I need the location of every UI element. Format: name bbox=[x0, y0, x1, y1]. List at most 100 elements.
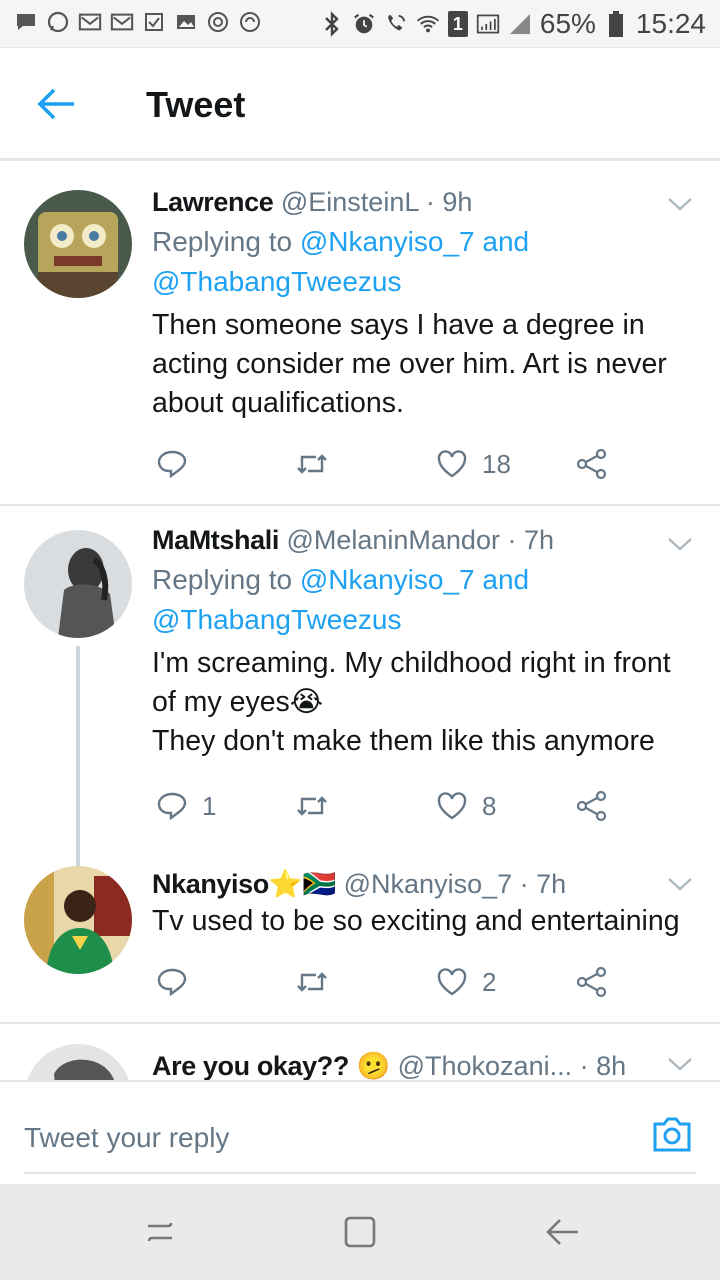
chevron-down-icon[interactable] bbox=[666, 534, 694, 554]
tweet-time: · 7h bbox=[507, 525, 554, 555]
name-emoji: ⭐🇿🇦 bbox=[268, 869, 337, 899]
tweet-nkanyiso[interactable]: Nkanyiso⭐🇿🇦 @Nkanyiso_7 · 7h Tv used to … bbox=[0, 866, 720, 1022]
arrow-left-icon bbox=[37, 88, 74, 120]
alarm-icon bbox=[352, 12, 376, 36]
chevron-down-icon[interactable] bbox=[666, 874, 694, 894]
tweet-header: Are you okay?? 🫤 @Thokozani... · 8h bbox=[152, 1048, 690, 1080]
heart-icon bbox=[437, 792, 467, 820]
app-header: Tweet bbox=[0, 48, 720, 160]
tweet-text: Tv used to be so exciting and entertaini… bbox=[152, 902, 690, 941]
reply-and: and bbox=[482, 226, 530, 257]
like-count: 2 bbox=[482, 966, 497, 997]
retweet-icon bbox=[297, 972, 327, 992]
back-nav-button[interactable] bbox=[542, 1212, 582, 1252]
image-icon bbox=[174, 10, 198, 34]
tweet-are-you-okay[interactable]: Are you okay?? 🫤 @Thokozani... · 8h bbox=[0, 1024, 720, 1080]
reply-button[interactable] bbox=[156, 444, 202, 484]
share-icon bbox=[576, 448, 607, 480]
reply-input[interactable]: Tweet your reply bbox=[24, 1122, 229, 1154]
recent-apps-button[interactable] bbox=[140, 1212, 180, 1252]
tweet-mamtshali[interactable]: MaMtshali @MelaninMandor · 7h Replying t… bbox=[0, 506, 720, 866]
like-button[interactable]: 8 bbox=[436, 786, 496, 826]
avatar[interactable] bbox=[24, 190, 132, 298]
signal-icon bbox=[476, 12, 500, 36]
like-count: 18 bbox=[482, 448, 511, 479]
share-button[interactable] bbox=[576, 444, 608, 484]
sync-icon bbox=[206, 10, 230, 34]
tweet-time: · 8h bbox=[579, 1051, 627, 1080]
display-name[interactable]: Lawrence bbox=[152, 187, 274, 217]
thread-line bbox=[76, 646, 80, 866]
reply-target-link[interactable]: @ThabangTweezus bbox=[152, 266, 401, 297]
battery-percent: 65% bbox=[539, 8, 596, 39]
tweet-actions: 1 8 bbox=[152, 786, 622, 826]
like-button[interactable]: 18 bbox=[436, 444, 511, 484]
replying-prefix: Replying to bbox=[152, 564, 293, 595]
share-button[interactable] bbox=[576, 786, 608, 826]
reply-icon bbox=[157, 450, 187, 479]
tweet-actions: 18 bbox=[152, 444, 622, 484]
heart-icon bbox=[437, 450, 467, 478]
user-handle[interactable]: @Thokozani... bbox=[398, 1051, 573, 1080]
display-name[interactable]: Nkanyiso bbox=[152, 869, 269, 899]
replying-prefix: Replying to bbox=[152, 226, 293, 257]
signal-icon bbox=[508, 12, 532, 36]
chevron-down-icon[interactable] bbox=[666, 194, 694, 214]
reply-icon bbox=[157, 968, 187, 997]
tweet-header: Nkanyiso⭐🇿🇦 @Nkanyiso_7 · 7h bbox=[152, 866, 690, 902]
tweet-lawrence[interactable]: Lawrence @EinsteinL · 9h Replying to @Nk… bbox=[0, 166, 720, 504]
clock: 15:24 bbox=[635, 8, 706, 39]
tweet-text-line: of my eyes😭 bbox=[152, 686, 324, 718]
tweet-time: · 7h bbox=[519, 869, 567, 899]
like-count: 8 bbox=[482, 790, 497, 821]
checkbox-icon bbox=[142, 10, 166, 34]
share-icon bbox=[576, 790, 607, 822]
user-handle[interactable]: @EinsteinL bbox=[281, 187, 418, 217]
avatar[interactable] bbox=[24, 530, 132, 638]
reply-count: 1 bbox=[202, 790, 217, 821]
tweet-text: I'm screaming. My childhood right in fro… bbox=[152, 644, 690, 761]
tweet-text-line: Then someone says I have a degree in bbox=[152, 309, 645, 341]
system-icons: 1 65% 15:24 bbox=[320, 8, 706, 40]
chat-bubble-icon bbox=[14, 10, 38, 34]
retweet-button[interactable] bbox=[294, 786, 330, 826]
gmail-icon bbox=[110, 10, 134, 34]
status-bar: 1 65% 15:24 bbox=[0, 0, 720, 48]
sync-icon bbox=[238, 10, 262, 34]
reply-icon bbox=[157, 792, 187, 821]
notification-icons bbox=[14, 10, 262, 34]
whatsapp-icon bbox=[46, 10, 70, 34]
retweet-button[interactable] bbox=[294, 444, 330, 484]
wifi-icon bbox=[416, 12, 440, 36]
share-button[interactable] bbox=[576, 962, 608, 1002]
tweet-header: Lawrence @EinsteinL · 9h bbox=[152, 184, 690, 220]
retweet-button[interactable] bbox=[294, 962, 330, 1002]
reply-button[interactable]: 1 bbox=[156, 786, 216, 826]
back-button[interactable] bbox=[30, 78, 82, 130]
avatar[interactable] bbox=[24, 866, 132, 974]
tweet-text-line: They don't make them like this anymore bbox=[152, 725, 655, 757]
reply-button[interactable] bbox=[156, 962, 202, 1002]
user-handle[interactable]: @MelaninMandor bbox=[286, 525, 500, 555]
reply-feed[interactable]: Lawrence @EinsteinL · 9h Replying to @Nk… bbox=[0, 166, 720, 1080]
tweet-header: MaMtshali @MelaninMandor · 7h bbox=[152, 522, 690, 558]
retweet-icon bbox=[297, 454, 327, 474]
display-name[interactable]: MaMtshali bbox=[152, 525, 279, 555]
name-emoji: 🫤 bbox=[356, 1051, 391, 1080]
bluetooth-icon bbox=[320, 11, 344, 37]
page-title: Tweet bbox=[146, 84, 246, 125]
chevron-down-icon[interactable] bbox=[666, 1054, 694, 1074]
reply-target-link[interactable]: @ThabangTweezus bbox=[152, 604, 401, 635]
reply-target-link[interactable]: @Nkanyiso_7 bbox=[300, 226, 475, 257]
user-handle[interactable]: @Nkanyiso_7 bbox=[344, 869, 513, 899]
reply-input-underline bbox=[24, 1172, 696, 1174]
replying-to: Replying to @Nkanyiso_7 and @ThabangTwee… bbox=[152, 222, 690, 302]
avatar[interactable] bbox=[24, 1044, 132, 1080]
sim-1-icon: 1 bbox=[447, 11, 468, 37]
camera-icon[interactable] bbox=[650, 1112, 694, 1156]
home-button[interactable] bbox=[340, 1212, 380, 1252]
display-name[interactable]: Are you okay?? bbox=[152, 1051, 349, 1080]
reply-target-link[interactable]: @Nkanyiso_7 bbox=[300, 564, 475, 595]
like-button[interactable]: 2 bbox=[436, 962, 496, 1002]
share-icon bbox=[576, 966, 607, 998]
